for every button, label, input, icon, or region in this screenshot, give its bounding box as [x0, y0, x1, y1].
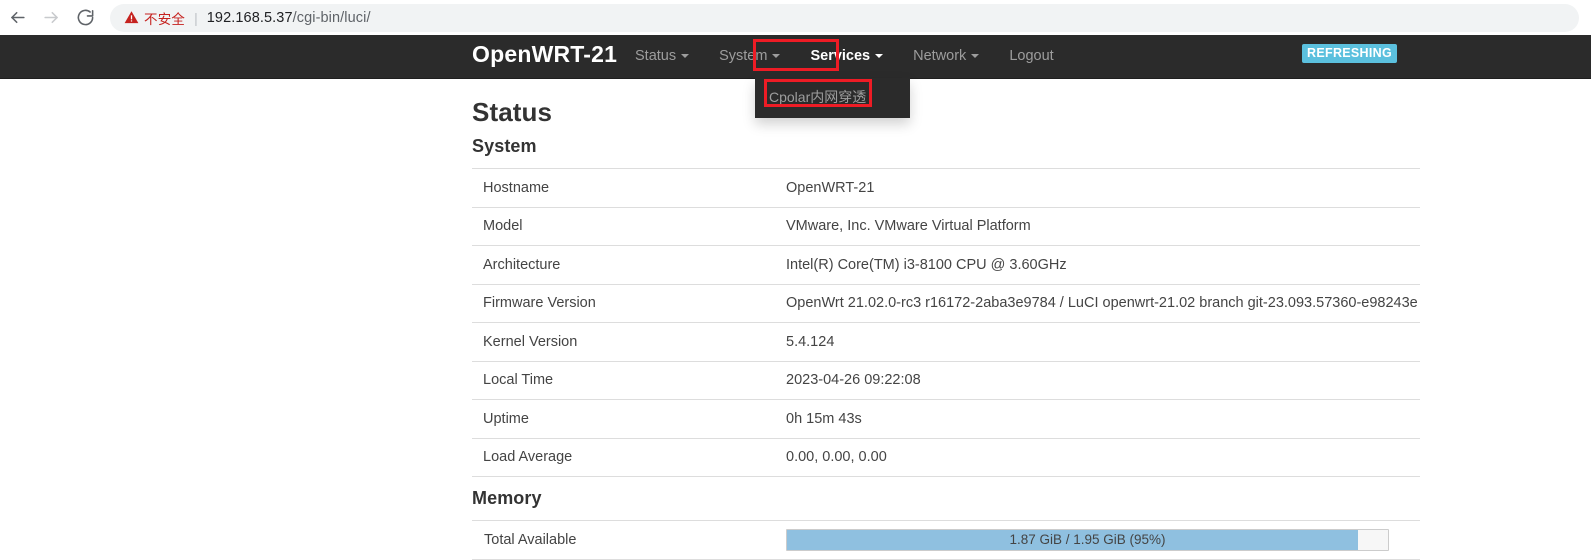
- section-system: System Hostname OpenWRT-21 Model VMware,…: [472, 136, 1420, 477]
- table-row: Uptime 0h 15m 43s: [472, 400, 1420, 439]
- table-row: Hostname OpenWRT-21: [472, 169, 1420, 208]
- table-row: Local Time 2023-04-26 09:22:08: [472, 362, 1420, 400]
- row-value: Intel(R) Core(TM) i3-8100 CPU @ 3.60GHz: [786, 256, 1067, 273]
- row-value: 0.00, 0.00, 0.00: [786, 449, 887, 466]
- table-row: Load Average 0.00, 0.00, 0.00: [472, 439, 1420, 477]
- address-bar[interactable]: 不安全 | 192.168.5.37/cgi-bin/luci/: [110, 3, 1579, 32]
- dropdown-item-cpolar[interactable]: Cpolar内网穿透: [755, 83, 910, 112]
- section-memory-title: Memory: [472, 488, 542, 508]
- section-memory: Memory Total Available 1.87 GiB / 1.95 G…: [472, 488, 1420, 560]
- url-text: 192.168.5.37/cgi-bin/luci/: [207, 10, 371, 26]
- row-value: OpenWRT-21: [786, 179, 875, 196]
- row-label: Architecture: [483, 256, 561, 273]
- memory-info-table: Total Available 1.87 GiB / 1.95 GiB (95%…: [472, 520, 1420, 560]
- row-label: Load Average: [483, 449, 573, 466]
- table-row: Architecture Intel(R) Core(TM) i3-8100 C…: [472, 246, 1420, 285]
- menu-item-status-label: Status: [635, 48, 677, 64]
- warning-triangle-icon: [124, 10, 139, 25]
- reload-icon: [76, 8, 95, 27]
- menu-item-services-label: Services: [810, 48, 871, 64]
- memory-progress-bar: 1.87 GiB / 1.95 GiB (95%): [786, 528, 1389, 551]
- menu-item-network[interactable]: Network: [898, 35, 994, 78]
- row-label: Uptime: [483, 410, 529, 427]
- menu-item-services[interactable]: Services: [795, 35, 898, 78]
- menu-item-status[interactable]: Status: [620, 35, 704, 78]
- chevron-down-icon: [875, 53, 884, 58]
- table-row: Kernel Version 5.4.124: [472, 323, 1420, 362]
- page-title: Status: [472, 97, 553, 127]
- row-value: 1.87 GiB / 1.95 GiB (95%): [786, 528, 1420, 551]
- luci-navbar: OpenWRT-21 Status System Services Networ…: [0, 35, 1591, 79]
- back-button[interactable]: [0, 1, 34, 35]
- main-menu: Status System Services Network Logout: [620, 35, 1069, 78]
- menu-item-system[interactable]: System: [704, 35, 795, 78]
- row-value: 5.4.124: [786, 333, 835, 350]
- chevron-down-icon: [681, 53, 690, 58]
- menu-item-network-label: Network: [913, 48, 967, 64]
- row-value: OpenWrt 21.02.0-rc3 r16172-2aba3e9784 / …: [786, 295, 1418, 312]
- section-system-title: System: [472, 136, 537, 156]
- row-value: 2023-04-26 09:22:08: [786, 372, 921, 389]
- row-label: Model: [483, 218, 523, 235]
- table-row: Model VMware, Inc. VMware Virtual Platfo…: [472, 208, 1420, 246]
- row-label: Total Available: [484, 531, 577, 548]
- system-info-table: Hostname OpenWRT-21 Model VMware, Inc. V…: [472, 168, 1420, 477]
- services-dropdown-menu: Cpolar内网穿透: [755, 78, 910, 118]
- menu-item-logout-label: Logout: [1009, 48, 1054, 64]
- chevron-down-icon: [772, 53, 781, 58]
- forward-button: [34, 1, 68, 35]
- url-host: 192.168.5.37: [206, 9, 293, 26]
- row-label: Firmware Version: [483, 295, 596, 312]
- back-arrow-icon: [8, 8, 27, 27]
- menu-item-logout[interactable]: Logout: [994, 35, 1068, 78]
- security-status-label: 不安全: [144, 11, 186, 27]
- table-row: Firmware Version OpenWrt 21.02.0-rc3 r16…: [472, 285, 1420, 323]
- menu-item-system-label: System: [719, 48, 768, 64]
- row-label: Kernel Version: [483, 333, 578, 350]
- reload-button[interactable]: [68, 1, 102, 35]
- row-value: 0h 15m 43s: [786, 410, 862, 427]
- table-row: Total Available 1.87 GiB / 1.95 GiB (95%…: [472, 521, 1420, 560]
- address-bar-separator: |: [194, 9, 198, 26]
- browser-toolbar: 不安全 | 192.168.5.37/cgi-bin/luci/: [0, 0, 1591, 35]
- row-label: Hostname: [483, 179, 550, 196]
- status-badge: REFRESHING: [1302, 44, 1397, 63]
- memory-progress-label: 1.87 GiB / 1.95 GiB (95%): [1009, 531, 1166, 547]
- row-value: VMware, Inc. VMware Virtual Platform: [786, 218, 1031, 235]
- row-label: Local Time: [483, 372, 554, 389]
- forward-arrow-icon: [42, 8, 61, 27]
- url-path: /cgi-bin/luci/: [292, 9, 371, 26]
- brand-title[interactable]: OpenWRT-21: [472, 41, 617, 68]
- chevron-down-icon: [971, 53, 980, 58]
